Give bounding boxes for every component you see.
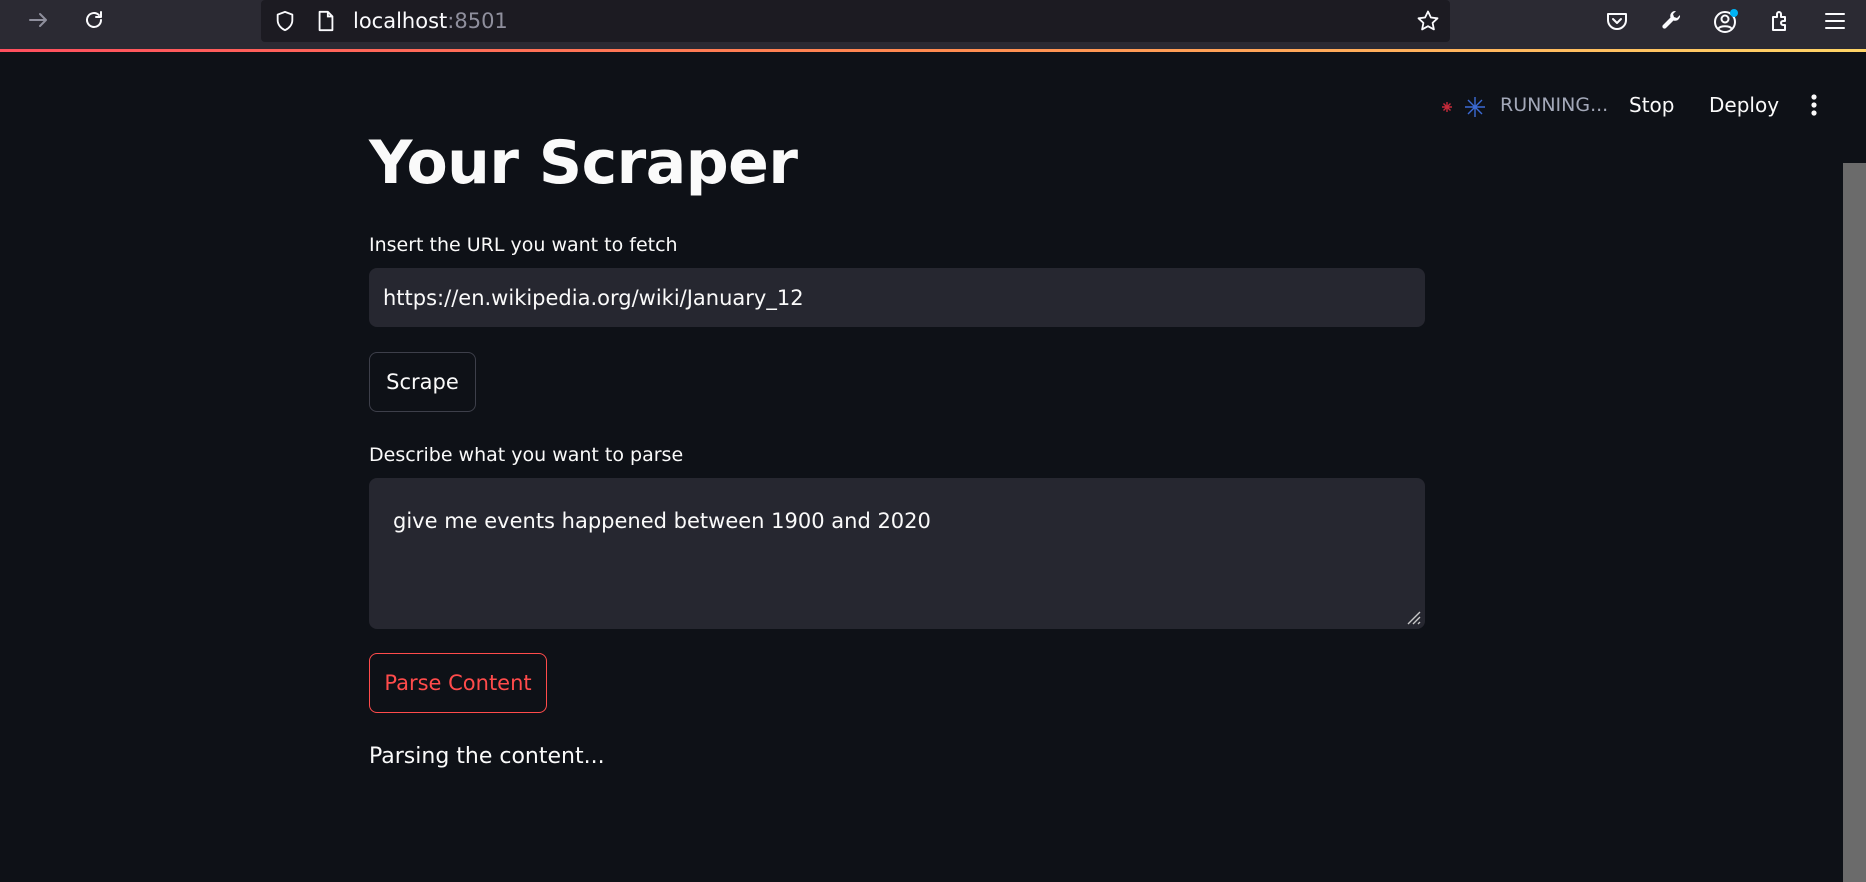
page-icon[interactable]	[312, 7, 340, 35]
page-title: Your Scraper	[369, 128, 798, 198]
address-bar[interactable]: localhost:8501	[261, 0, 1450, 42]
stop-button[interactable]: Stop	[1629, 92, 1674, 118]
scrape-button[interactable]: Scrape	[369, 352, 476, 412]
star-icon[interactable]	[1414, 7, 1442, 35]
resize-handle-icon[interactable]	[1402, 606, 1422, 626]
account-icon[interactable]	[1709, 4, 1743, 38]
puzzle-icon[interactable]	[1763, 4, 1797, 38]
url-port: :8501	[447, 9, 508, 33]
url-host: localhost	[353, 9, 448, 33]
wrench-icon[interactable]	[1655, 4, 1689, 38]
browser-toolbar: localhost:8501	[0, 0, 1866, 50]
arrow-right-icon[interactable]	[23, 4, 55, 36]
page-load-bar	[0, 49, 1866, 52]
page-scrollbar[interactable]	[1843, 163, 1866, 882]
url-text[interactable]: localhost:8501	[353, 8, 508, 34]
running-indicator	[1438, 92, 1494, 122]
running-status-text: RUNNING...	[1500, 94, 1609, 116]
parse-content-button[interactable]: Parse Content	[369, 653, 547, 713]
parse-description-textarea[interactable]: give me events happened between 1900 and…	[369, 478, 1425, 629]
kebab-icon[interactable]	[1800, 90, 1828, 120]
hamburger-icon[interactable]	[1818, 4, 1852, 38]
url-input[interactable]	[369, 268, 1425, 327]
pocket-icon[interactable]	[1600, 4, 1634, 38]
parse-field-label: Describe what you want to parse	[369, 444, 684, 466]
shield-icon[interactable]	[271, 7, 299, 35]
url-field-label: Insert the URL you want to fetch	[369, 234, 678, 256]
reload-icon[interactable]	[78, 4, 110, 36]
deploy-button[interactable]: Deploy	[1709, 92, 1779, 118]
status-message: Parsing the content...	[369, 744, 605, 769]
